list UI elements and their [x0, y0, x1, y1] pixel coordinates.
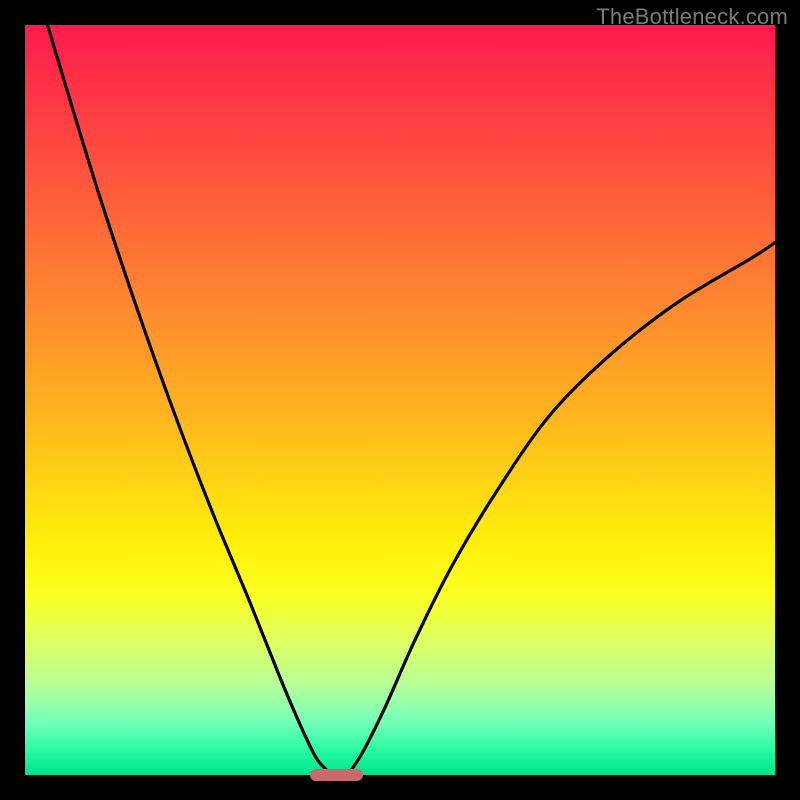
- bottleneck-marker: [310, 769, 363, 781]
- curves-svg: [25, 25, 775, 775]
- left-curve: [48, 25, 333, 775]
- right-curve: [348, 243, 776, 776]
- plot-area: [25, 25, 775, 775]
- chart-frame: TheBottleneck.com: [0, 0, 800, 800]
